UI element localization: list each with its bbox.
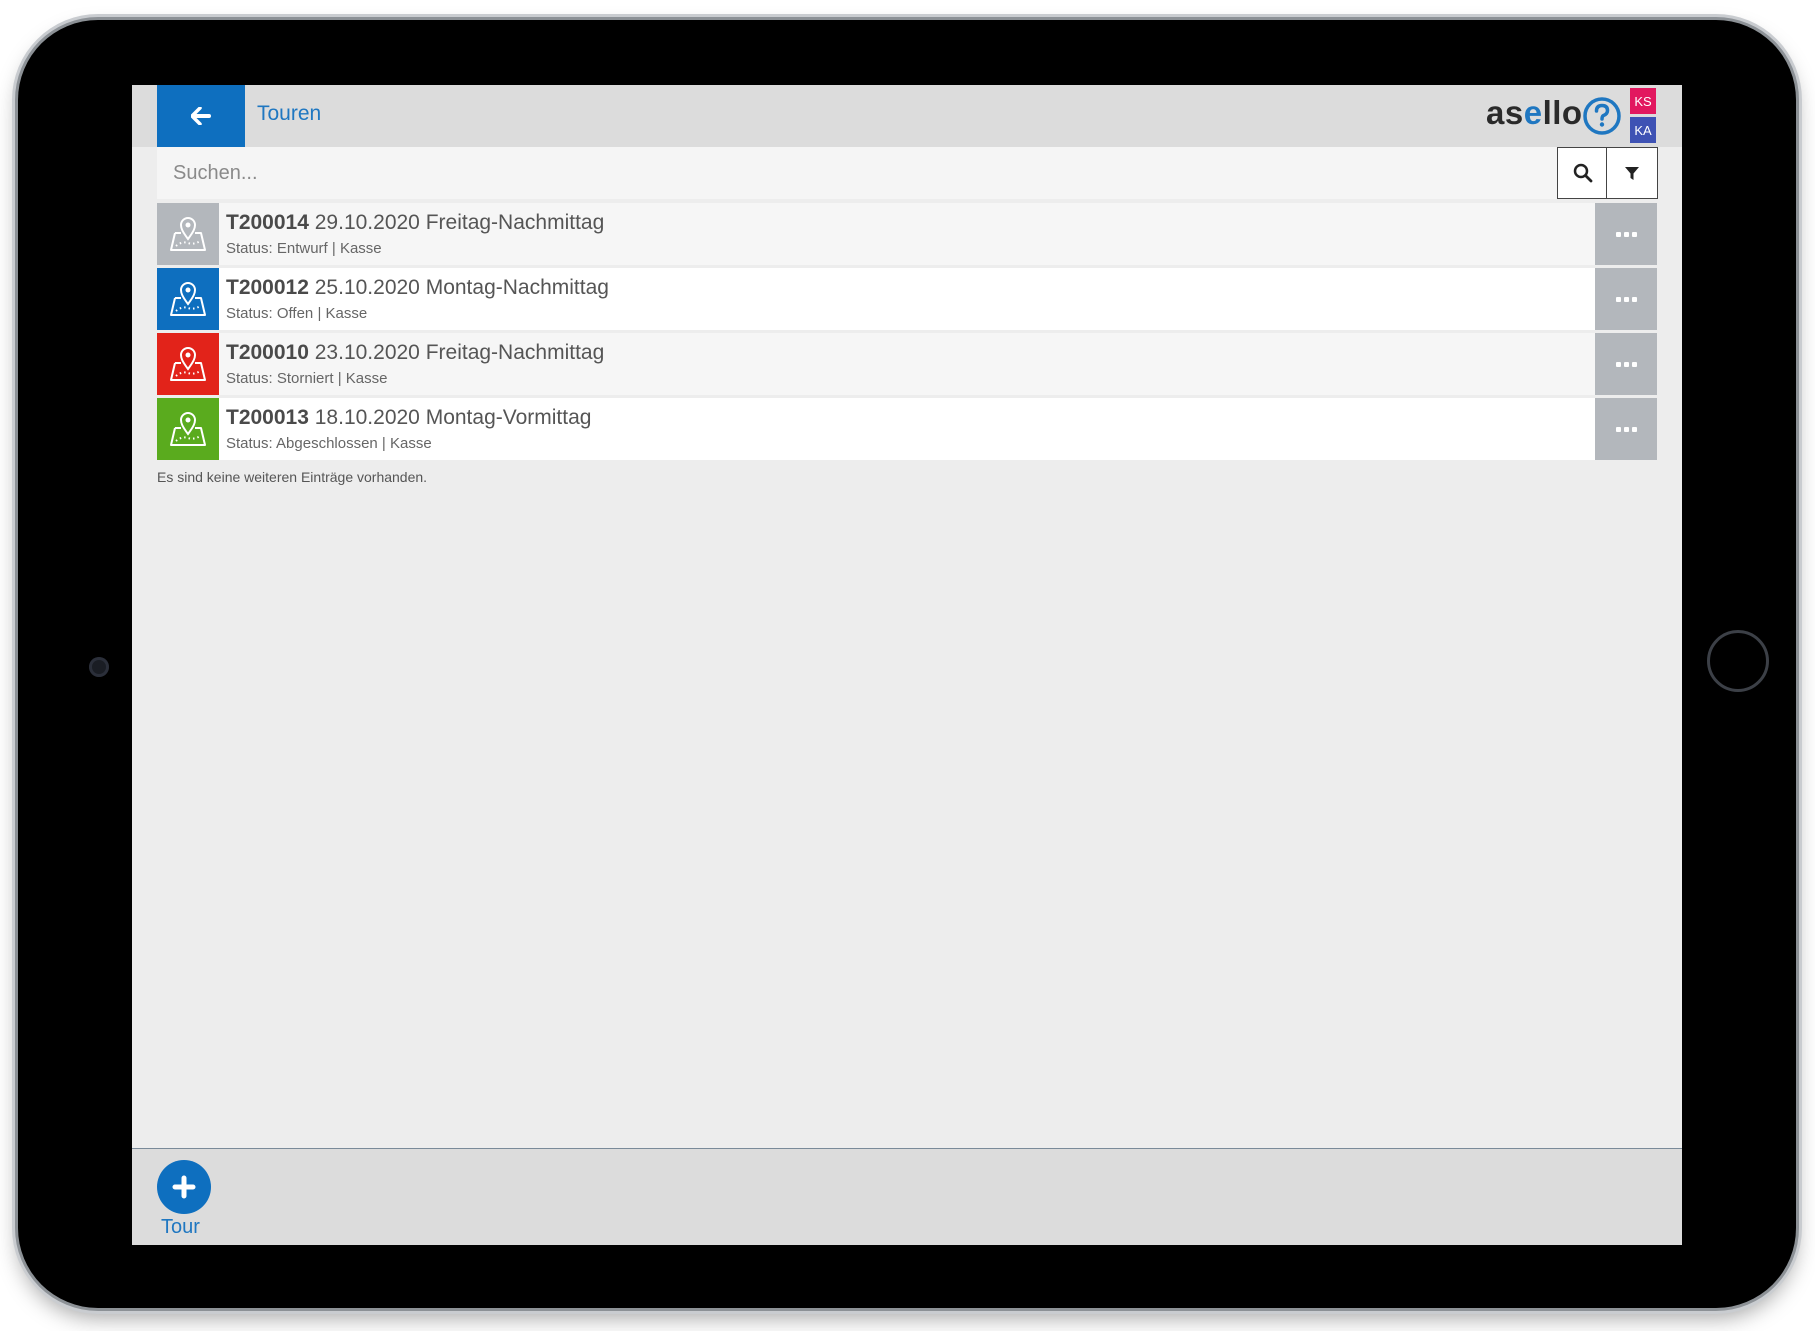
status-icon-open xyxy=(157,268,219,330)
tour-id: T200014 xyxy=(226,211,309,234)
tour-name: Freitag-Nachmittag xyxy=(425,341,605,364)
tour-title: T200010 23.10.2020 Freitag-Nachmittag xyxy=(226,341,604,365)
more-button[interactable] xyxy=(1595,203,1657,265)
search-icon xyxy=(1573,163,1593,183)
search-input[interactable] xyxy=(157,147,1523,199)
tour-status: Status: Offen | Kasse xyxy=(226,305,368,322)
filter-button[interactable] xyxy=(1606,147,1658,199)
map-pin-icon xyxy=(170,347,206,381)
brand-logo-prefix: as xyxy=(1486,94,1524,131)
status-icon-cancelled xyxy=(157,333,219,395)
status-icon-completed xyxy=(157,398,219,460)
brand-logo-accent: e xyxy=(1523,94,1543,131)
tour-date: 29.10.2020 xyxy=(314,211,420,234)
tour-name: Freitag-Nachmittag xyxy=(425,211,605,234)
more-button[interactable] xyxy=(1595,398,1657,460)
tour-row[interactable]: T200010 23.10.2020 Freitag-Nachmittag St… xyxy=(157,333,1657,395)
more-icon xyxy=(1615,426,1637,432)
more-icon xyxy=(1615,296,1637,302)
home-button[interactable] xyxy=(1707,630,1769,692)
map-pin-icon xyxy=(170,282,206,316)
more-button[interactable] xyxy=(1595,333,1657,395)
add-tour-label[interactable]: Tour xyxy=(161,1216,200,1239)
map-pin-icon xyxy=(170,217,206,251)
tour-row[interactable]: T200014 29.10.2020 Freitag-Nachmittag St… xyxy=(157,203,1657,265)
tour-row[interactable]: T200012 25.10.2020 Montag-Nachmittag Sta… xyxy=(157,268,1657,330)
tour-row[interactable]: T200013 18.10.2020 Montag-Vormittag Stat… xyxy=(157,398,1657,460)
more-icon xyxy=(1615,361,1637,367)
tour-title: T200013 18.10.2020 Montag-Vormittag xyxy=(226,406,591,430)
list-end-note: Es sind keine weiteren Einträge vorhande… xyxy=(157,469,428,485)
page-title: Touren xyxy=(257,102,322,125)
back-button[interactable] xyxy=(157,85,245,147)
tour-date: 23.10.2020 xyxy=(314,341,420,364)
tour-id: T200012 xyxy=(226,276,309,299)
add-tour-button[interactable] xyxy=(157,1160,211,1214)
help-icon[interactable] xyxy=(1582,96,1622,136)
user-badge-ks[interactable]: KS xyxy=(1630,88,1656,114)
search-bar xyxy=(157,147,1658,199)
brand-logo-suffix: llo xyxy=(1542,94,1583,131)
tour-date: 25.10.2020 xyxy=(314,276,420,299)
brand-logo: asello xyxy=(1486,94,1583,132)
app-screen: Touren asello KS KA Suchen... T200014 29… xyxy=(132,85,1682,1245)
status-icon-draft xyxy=(157,203,219,265)
tour-title: T200012 25.10.2020 Montag-Nachmittag xyxy=(226,276,609,300)
filter-icon xyxy=(1625,167,1639,180)
tour-status: Status: Entwurf | Kasse xyxy=(226,240,382,257)
tour-date: 18.10.2020 xyxy=(314,406,420,429)
map-pin-icon xyxy=(170,412,206,446)
tour-name: Montag-Vormittag xyxy=(425,406,592,429)
search-button[interactable] xyxy=(1557,147,1609,199)
tour-status: Status: Abgeschlossen | Kasse xyxy=(226,435,432,452)
user-badge-ka[interactable]: KA xyxy=(1630,117,1656,143)
tour-title: T200014 29.10.2020 Freitag-Nachmittag xyxy=(226,211,604,235)
tour-status: Status: Storniert | Kasse xyxy=(226,370,388,387)
tour-name: Montag-Nachmittag xyxy=(425,276,609,299)
arrow-left-icon xyxy=(191,107,211,125)
tour-id: T200013 xyxy=(226,406,309,429)
tour-list: T200014 29.10.2020 Freitag-Nachmittag St… xyxy=(157,203,1657,463)
header-bar: Touren asello KS KA xyxy=(132,85,1682,147)
tour-id: T200010 xyxy=(226,341,309,364)
footer-bar: Tour xyxy=(132,1148,1682,1245)
camera xyxy=(89,657,109,677)
plus-icon xyxy=(172,1175,196,1199)
more-button[interactable] xyxy=(1595,268,1657,330)
more-icon xyxy=(1615,231,1637,237)
